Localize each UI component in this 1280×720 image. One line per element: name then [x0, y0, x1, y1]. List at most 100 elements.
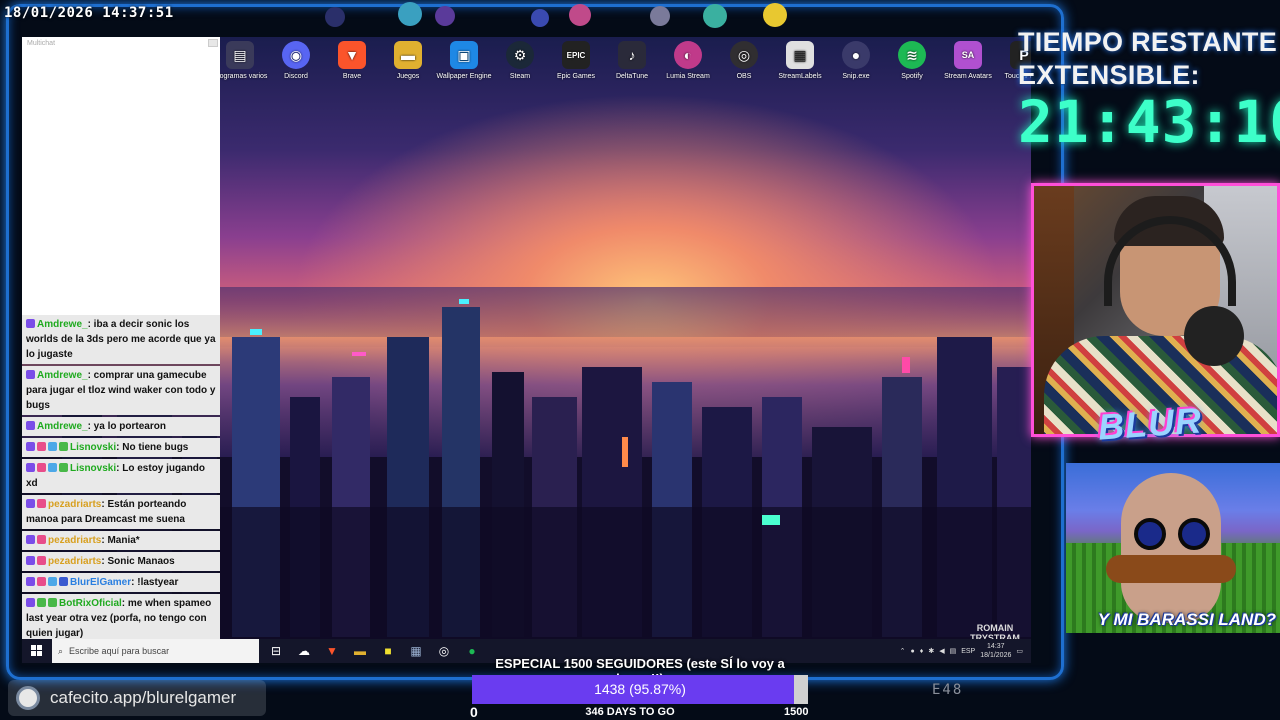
obs-taskbar-icon[interactable]: ◎: [435, 643, 453, 659]
notifications-icon[interactable]: ▭: [1016, 647, 1023, 655]
start-button[interactable]: [22, 639, 52, 663]
chat-message: BlurElGamer: !lastyear: [22, 573, 220, 592]
desktop-icon-programs[interactable]: ▤ Programas varios: [212, 41, 268, 81]
tray-clock[interactable]: 14:37 18/1/2026: [980, 642, 1011, 660]
cafecito-link: cafecito.app/blurelgamer: [8, 680, 266, 716]
desktop-icon-label: Steam: [509, 73, 531, 80]
barassi-caption: Y MI BARASSI LAND?: [1097, 610, 1276, 629]
taskbar-search[interactable]: ⌕ Escribe aquí para buscar: [52, 639, 259, 663]
chat-text: : ya lo portearon: [87, 421, 166, 432]
goal-progress-label: 1438 (95.87%): [594, 681, 686, 697]
chat-username[interactable]: pezadriarts: [48, 499, 101, 510]
goal-progress-bar: 1438 (95.87%): [472, 675, 808, 704]
chat-username[interactable]: Amdrewe_: [37, 319, 88, 330]
webcam-feed: [1031, 183, 1280, 437]
stream-avatars-icon: SA: [954, 41, 982, 69]
chat-message: Amdrewe_: ya lo portearon: [22, 417, 220, 436]
steam-icon: ⚙: [506, 41, 534, 69]
chat-badge-icon: [59, 463, 68, 472]
music-note-icon: ♪: [618, 41, 646, 69]
chat-messages: Amdrewe_: iba a decir sonic los worlds d…: [22, 315, 220, 639]
chat-badge-icon: [26, 577, 35, 586]
chat-badge-icon: [48, 577, 57, 586]
desktop-icon-label: Lumia Stream: [666, 73, 710, 80]
desktop-icon-games[interactable]: ▬ Juegos: [380, 41, 436, 81]
chat-username[interactable]: Amdrewe_: [37, 370, 88, 381]
desktop-icon-streamlabels[interactable]: ▦ StreamLabels: [772, 41, 828, 81]
chat-badge-icon: [37, 577, 46, 586]
chat-badge-icon: [26, 535, 35, 544]
spotify-icon: ≋: [898, 41, 926, 69]
tray-language[interactable]: ESP: [961, 648, 975, 655]
weather-icon[interactable]: ☁: [295, 643, 313, 659]
sticky-notes-icon[interactable]: ■: [379, 643, 397, 659]
timer-value: 21:43:10: [1018, 88, 1280, 156]
tray-app-icon[interactable]: ●: [911, 648, 915, 655]
chat-username[interactable]: pezadriarts: [48, 535, 101, 546]
file-explorer-icon[interactable]: ▬: [351, 643, 369, 659]
chat-username[interactable]: Lisnovski: [70, 442, 116, 453]
chat-message: BotRixOficial: me when spameo last year …: [22, 594, 220, 639]
search-placeholder: Escribe aquí para buscar: [69, 646, 170, 656]
desktop-icon-label: Wallpaper Engine: [436, 73, 492, 80]
microphone-icon: [1184, 306, 1244, 366]
chat-username[interactable]: Lisnovski: [70, 463, 116, 474]
chat-badge-icon: [26, 556, 35, 565]
chat-badge-icon: [37, 535, 46, 544]
desktop-icon-discord[interactable]: ◉ Discord: [268, 41, 324, 81]
chat-badge-icon: [26, 319, 35, 328]
desktop-icon-lumia-stream[interactable]: ◐ Lumia Stream: [660, 41, 716, 81]
goal-days: 346 DAYS TO GO: [585, 706, 675, 718]
right-goggle-icon: [1178, 518, 1210, 550]
games-folder-icon: ▬: [394, 41, 422, 69]
chat-badge-icon: [37, 442, 46, 451]
lumia-icon: ◐: [674, 41, 702, 69]
desktop-icon-label: Brave: [342, 73, 362, 80]
chat-badge-icon: [26, 442, 35, 451]
chat-username[interactable]: BotRixOficial: [59, 598, 122, 609]
multichat-close-button[interactable]: [208, 39, 218, 47]
calculator-icon[interactable]: ▦: [407, 643, 425, 659]
desktop-icon-brave[interactable]: ▼ Brave: [324, 41, 380, 81]
chat-badge-icon: [48, 598, 57, 607]
tray-bluetooth-icon[interactable]: ✱: [928, 647, 934, 655]
cafecito-url: cafecito.app/blurelgamer: [50, 688, 237, 707]
brave-taskbar-icon[interactable]: ▼: [323, 643, 341, 659]
folder-icon: ▤: [226, 41, 254, 69]
desktop-icon-label: Discord: [284, 73, 308, 80]
goal-min: 0: [470, 704, 478, 720]
desktop-icon-label: Juegos: [396, 73, 420, 80]
desktop-icon-epic-games[interactable]: EPIC Epic Games: [548, 41, 604, 81]
desktop-icon-steam[interactable]: ⚙ Steam: [492, 41, 548, 81]
tray-network-icon[interactable]: ▤: [950, 647, 957, 655]
desktop-icon-deltatune[interactable]: ♪ DeltaTune: [604, 41, 660, 81]
desktop-icon-label: Programas varios: [212, 73, 268, 80]
wallpaper-engine-icon: ▣: [450, 41, 478, 69]
chat-badge-icon: [26, 598, 35, 607]
chat-username[interactable]: Amdrewe_: [37, 421, 88, 432]
discord-icon: ◉: [282, 41, 310, 69]
tray-chevron-up-icon[interactable]: ⌃: [900, 647, 906, 655]
chat-badge-icon: [26, 370, 35, 379]
tray-volume-icon[interactable]: ◀: [939, 647, 944, 655]
chat-badge-icon: [26, 463, 35, 472]
top-sprites-decoration: [325, 2, 787, 28]
desktop-icon-label: OBS: [736, 73, 752, 80]
desktop-icon-obs[interactable]: ◎ OBS: [716, 41, 772, 81]
desktop-icon-spotify[interactable]: ≋ Spotify: [884, 41, 940, 81]
tray-mic-icon[interactable]: ♦: [920, 648, 924, 655]
chat-badge-icon: [48, 463, 57, 472]
chat-message: pezadriarts: Están porteando manoa para …: [22, 495, 220, 529]
task-view-icon[interactable]: ⊟: [267, 643, 285, 659]
cafecito-icon: [16, 686, 40, 710]
chat-message: Lisnovski: Lo estoy jugando xd: [22, 459, 220, 493]
obs-icon: ◎: [730, 41, 758, 69]
goal-max: 1500: [784, 706, 809, 718]
desktop-icon-label: DeltaTune: [615, 73, 649, 80]
chat-username[interactable]: BlurElGamer: [70, 577, 131, 588]
desktop-icon-snip[interactable]: ● Snip.exe: [828, 41, 884, 81]
chat-username[interactable]: pezadriarts: [48, 556, 101, 567]
desktop-icon-stream-avatars[interactable]: SA Stream Avatars: [940, 41, 996, 81]
windows-logo-icon: [31, 645, 42, 656]
desktop-icon-wallpaper-engine[interactable]: ▣ Wallpaper Engine: [436, 41, 492, 81]
